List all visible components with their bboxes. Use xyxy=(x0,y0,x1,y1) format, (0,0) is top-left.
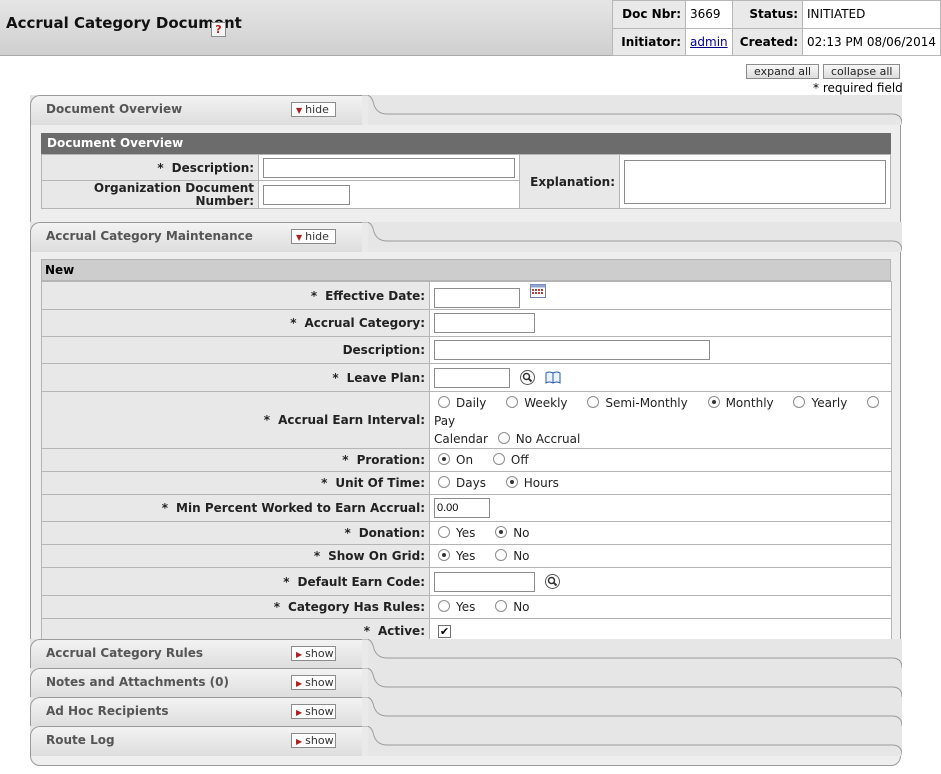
unit-of-time-days-radio[interactable] xyxy=(438,476,450,488)
leave-plan-input[interactable] xyxy=(434,367,510,388)
document-overview-table: * Description: Explanation: Organization … xyxy=(40,154,891,209)
page-title: Accrual Category Document xyxy=(6,14,242,32)
magnifier-icon[interactable] xyxy=(519,370,535,385)
show-on-grid-no-radio[interactable] xyxy=(495,549,508,561)
required-field-note: * required field xyxy=(813,81,903,95)
created-value: 02:13 PM 08/06/2014 xyxy=(802,27,941,56)
tab-curve xyxy=(362,697,902,727)
tab-route-log: Route Log ▶ show xyxy=(30,726,902,756)
proration-off-radio[interactable] xyxy=(492,453,505,465)
effective-date-input[interactable] xyxy=(434,287,520,308)
created-label: Created: xyxy=(731,27,804,56)
proration-label: * Proration: xyxy=(41,448,430,472)
earn-interval-pay-calendar-radio[interactable] xyxy=(867,396,880,408)
explanation-label: Explanation: xyxy=(519,154,620,209)
show-on-grid-yes-radio[interactable] xyxy=(438,549,450,561)
donation-no-radio[interactable] xyxy=(495,526,508,538)
hide-button[interactable]: ▼ hide xyxy=(291,102,336,117)
triangle-right-icon: ▶ xyxy=(296,708,303,717)
tab-curve xyxy=(362,639,902,669)
earn-interval-daily-radio[interactable] xyxy=(438,396,450,408)
tab-accrual-category-maintenance: Accrual Category Maintenance ▼ hide xyxy=(30,222,902,252)
proration-on-radio[interactable] xyxy=(438,453,450,465)
explanation-textarea[interactable] xyxy=(624,159,886,204)
show-on-grid-label: * Show On Grid: xyxy=(41,544,430,568)
initiator-link[interactable]: admin xyxy=(690,35,728,49)
tab-curve xyxy=(362,726,902,756)
triangle-down-icon: ▼ xyxy=(296,106,303,115)
document-header: Accrual Category Document ? Doc Nbr: 366… xyxy=(0,0,941,56)
triangle-right-icon: ▶ xyxy=(296,650,303,659)
document-info-table: Doc Nbr: 3669 Status: INITIATED Initiato… xyxy=(611,0,941,56)
status-label: Status: xyxy=(731,0,804,29)
tab-curve xyxy=(362,95,902,125)
tab-title: Document Overview xyxy=(46,102,183,116)
default-earn-code-label: * Default Earn Code: xyxy=(41,567,430,596)
collapse-all-button[interactable]: collapse all xyxy=(823,64,901,79)
tab-accrual-category-rules: Accrual Category Rules ▶ show xyxy=(30,639,902,669)
triangle-right-icon: ▶ xyxy=(296,679,303,688)
show-button[interactable]: ▶ show xyxy=(291,675,336,690)
leave-plan-label: * Leave Plan: xyxy=(41,363,430,392)
tab-title: Notes and Attachments (0) xyxy=(46,675,229,689)
required-asterisk: * xyxy=(157,160,164,175)
doc-nbr-value: 3669 xyxy=(685,0,733,29)
default-earn-code-input[interactable] xyxy=(434,571,535,592)
expand-all-button[interactable]: expand all xyxy=(746,64,820,79)
maintenance-table: * Effective Date: * Accrual Category: Desc… xyxy=(41,281,892,643)
description-input[interactable] xyxy=(263,157,516,178)
show-button[interactable]: ▶ show xyxy=(291,704,336,719)
tab-ad-hoc-recipients: Ad Hoc Recipients ▶ show xyxy=(30,697,902,727)
has-rules-no-radio[interactable] xyxy=(495,600,508,612)
description-label: Description: xyxy=(41,336,430,364)
tab-notes-and-attachments: Notes and Attachments (0) ▶ show xyxy=(30,668,902,698)
min-percent-input[interactable] xyxy=(434,498,490,518)
accrual-category-label: * Accrual Category: xyxy=(41,309,430,337)
show-button[interactable]: ▶ show xyxy=(291,646,336,661)
earn-interval-semi-monthly-radio[interactable] xyxy=(587,396,600,408)
accrual-earn-interval-label: * Accrual Earn Interval: xyxy=(41,391,430,449)
tab-title: Route Log xyxy=(46,733,115,747)
accrual-category-input[interactable] xyxy=(434,313,535,333)
earn-interval-yearly-radio[interactable] xyxy=(793,396,806,408)
donation-label: * Donation: xyxy=(41,521,430,545)
org-doc-number-input[interactable] xyxy=(263,184,351,205)
active-checkbox[interactable]: ✔ xyxy=(438,625,451,638)
tab-title: Accrual Category Rules xyxy=(46,646,204,660)
donation-yes-radio[interactable] xyxy=(438,526,450,538)
section-header-document-overview: Document Overview xyxy=(41,133,891,154)
min-percent-label: * Min Percent Worked to Earn Accrual: xyxy=(41,494,430,522)
has-rules-yes-radio[interactable] xyxy=(438,600,450,612)
hide-button[interactable]: ▼ hide xyxy=(291,229,336,244)
book-icon[interactable] xyxy=(545,371,561,384)
show-button[interactable]: ▶ show xyxy=(291,733,336,748)
unit-of-time-hours-radio[interactable] xyxy=(505,476,518,488)
triangle-right-icon: ▶ xyxy=(296,737,303,746)
tab-curve xyxy=(362,222,902,252)
earn-interval-no-accrual-radio[interactable] xyxy=(497,432,510,444)
status-value: INITIATED xyxy=(802,0,941,29)
tab-title: Accrual Category Maintenance xyxy=(46,229,253,243)
category-has-rules-label: * Category Has Rules: xyxy=(41,595,430,619)
help-icon[interactable]: ? xyxy=(211,22,226,37)
tab-document-overview: Document Overview ▼ hide xyxy=(30,95,902,125)
section-header-new: New xyxy=(41,259,891,281)
maintenance-description-input[interactable] xyxy=(434,340,710,360)
doc-nbr-label: Doc Nbr: xyxy=(611,0,687,29)
org-doc-number-label: Organization Document Number: xyxy=(40,180,260,209)
earn-interval-weekly-radio[interactable] xyxy=(506,396,519,408)
triangle-down-icon: ▼ xyxy=(296,233,303,242)
calendar-icon[interactable] xyxy=(529,283,546,298)
initiator-label: Initiator: xyxy=(611,27,687,56)
tab-title: Ad Hoc Recipients xyxy=(46,704,169,718)
unit-of-time-label: * Unit Of Time: xyxy=(41,471,430,495)
magnifier-icon[interactable] xyxy=(544,574,560,589)
effective-date-label: * Effective Date: xyxy=(41,281,430,310)
tab-curve xyxy=(362,668,902,698)
description-label-cell: * Description: xyxy=(40,154,260,181)
earn-interval-monthly-radio[interactable] xyxy=(707,396,720,408)
